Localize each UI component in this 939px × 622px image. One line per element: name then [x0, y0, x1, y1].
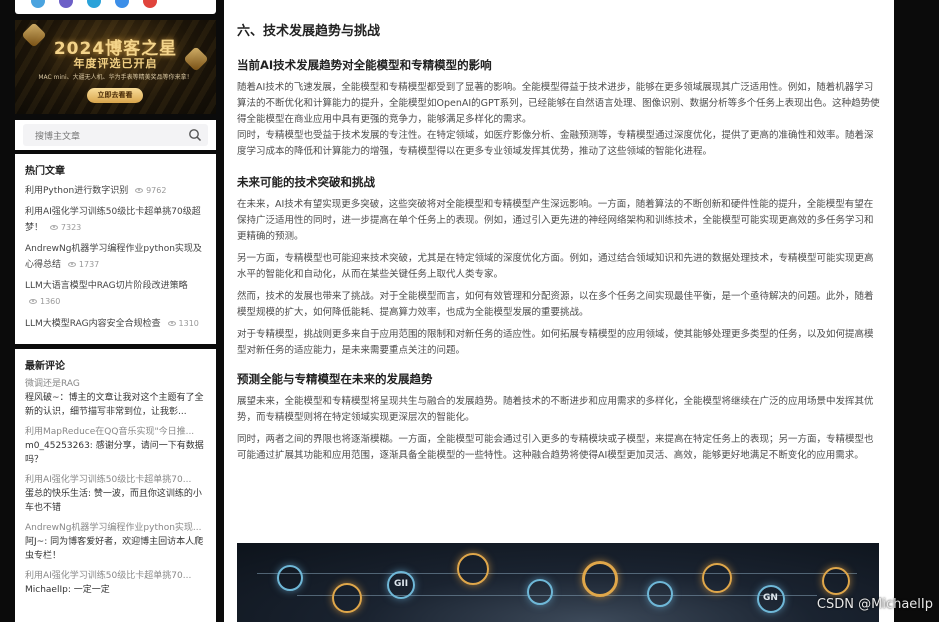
- hot-article-item[interactable]: AndrewNg机器学习编程作业python实现及心得总结 1737: [25, 242, 206, 273]
- comment-body: 程风破~：博主的文章让我对这个主题有了全新的认识，细节描写非常到位，让我彰...: [25, 393, 204, 417]
- comment-body: 阿J~: 同为博客爱好者，欢迎博主回访本人爬虫专栏！: [25, 537, 204, 561]
- csdn-watermark: CSDN @MichaelIp: [816, 597, 933, 612]
- subsection-heading: 当前AI技术发展趋势对全能模型和专精模型的影响: [237, 58, 492, 72]
- search-icon[interactable]: [188, 128, 202, 142]
- article-paragraph: 在未来，AI技术有望实现更多突破，这些突破将对全能模型和专精模型产生深远影响。一…: [237, 199, 874, 242]
- comment-item: 利用AI强化学习训练50级比卡超单挑70... 蛋总的快乐生活: 赞一波，而且你…: [25, 474, 206, 515]
- article-paragraph: 然而，技术的发展也带来了挑战。对于全能模型而言，如何有效管理和分配资源，以在多个…: [237, 291, 874, 318]
- view-count: 9762: [135, 186, 166, 195]
- comment-item: AndrewNg机器学习编程作业python实现... 阿J~: 同为博客爱好者…: [25, 522, 206, 563]
- comment-body: m0_45253263: 感谢分享，请问一下有数据吗？: [25, 441, 204, 465]
- node-label: GII: [394, 579, 409, 589]
- circuit-line: [297, 595, 817, 596]
- article-paragraph: 展望未来，全能模型和专精模型将呈现共生与融合的发展趋势。随着技术的不断进步和应用…: [237, 396, 874, 423]
- comment-article-link[interactable]: 利用AI强化学习训练50级比卡超单挑70...: [25, 474, 206, 487]
- view-count-value: 1737: [78, 260, 100, 269]
- ai-node: [527, 579, 553, 605]
- ai-node: [277, 565, 303, 591]
- view-count-value: 9762: [146, 186, 167, 195]
- share-icon-1[interactable]: [31, 0, 45, 8]
- hot-article-item[interactable]: 利用Python进行数字识别 9762: [25, 183, 206, 199]
- node-label: GN: [763, 593, 778, 603]
- latest-comments-title: 最新评论: [25, 361, 65, 372]
- comment-article-link[interactable]: AndrewNg机器学习编程作业python实现...: [25, 522, 206, 535]
- banner-subtitle: 年度评选已开启: [73, 57, 158, 70]
- eye-icon: [29, 299, 37, 304]
- comment-item: 微调还是RAG 程风破~：博主的文章让我对这个主题有了全新的认识，细节描写非常到…: [25, 378, 206, 419]
- banner-small-text: MAC mini、大疆无人机、华为手表等精美奖品等你来拿！: [38, 74, 193, 81]
- share-icon-4[interactable]: [115, 0, 129, 8]
- comment-body: MichaelIp: 一定一定: [25, 585, 110, 595]
- ai-node: [582, 561, 618, 597]
- view-count: 1310: [167, 319, 199, 328]
- left-sidebar: 2024博客之星 年度评选已开启 MAC mini、大疆无人机、华为手表等精美奖…: [15, 0, 216, 622]
- view-count-value: 1310: [178, 319, 199, 328]
- article-main: 六、技术发展趋势与挑战 当前AI技术发展趋势对全能模型和专精模型的影响 随着AI…: [224, 0, 894, 622]
- search-card: [15, 120, 216, 150]
- banner-cta-button[interactable]: 立即去看看: [87, 88, 143, 103]
- ai-node: [332, 583, 362, 613]
- ai-node: [647, 581, 673, 607]
- share-icon-5[interactable]: [143, 0, 157, 8]
- comment-body: 蛋总的快乐生活: 赞一波，而且你这训练的小车也不错: [25, 489, 202, 513]
- article-paragraph: 对于专精模型，挑战则更多来自于应用范围的限制和对新任务的适应性。如何拓展专精模型…: [237, 329, 874, 356]
- share-icons: [31, 0, 157, 8]
- share-icon-3[interactable]: [87, 0, 101, 8]
- eye-icon: [167, 321, 176, 326]
- share-card-stub: [15, 0, 216, 14]
- comment-item: 利用AI强化学习训练50级比卡超单挑70... MichaelIp: 一定一定: [25, 570, 206, 597]
- circuit-line: [257, 573, 857, 574]
- view-count: 1360: [29, 297, 60, 306]
- subsection-heading: 预测全能与专精模型在未来的发展趋势: [237, 372, 433, 386]
- paragraph-line: 随着AI技术的飞速发展，全能模型和专精模型都受到了显著的影响。全能模型得益于技术…: [237, 82, 880, 125]
- view-count: 1737: [67, 260, 100, 269]
- paragraph-line: 同时，专精模型也受益于技术发展的专注性。在特定领域，如医疗影像分析、金融预测等，…: [237, 130, 874, 157]
- hot-articles-title: 热门文章: [25, 166, 65, 177]
- comment-article-link[interactable]: 利用MapReduce在QQ音乐实现"今日推...: [25, 426, 206, 439]
- hot-article-label[interactable]: 利用Python进行数字识别: [25, 186, 128, 196]
- ai-node: [822, 567, 850, 595]
- hot-article-item[interactable]: LLM大模型RAG内容安全合规检查 1310: [25, 316, 206, 332]
- view-count-value: 7323: [60, 223, 82, 232]
- hot-article-label[interactable]: LLM大语言模型中RAG切片阶段改进策略: [25, 281, 188, 291]
- hot-article-label[interactable]: LLM大模型RAG内容安全合规检查: [25, 319, 161, 329]
- comment-article-link[interactable]: 微调还是RAG: [25, 378, 206, 391]
- article-illustration: GII GN: [237, 543, 879, 622]
- eye-icon: [67, 262, 76, 267]
- article-paragraph: 另一方面，专精模型也可能迎来技术突破，尤其是在特定领域的深度优化方面。例如，通过…: [237, 253, 874, 280]
- section-title: 六、技术发展趋势与挑战: [237, 24, 381, 39]
- hot-articles-card: 热门文章 利用Python进行数字识别 9762 利用AI强化学习训练50级比卡…: [15, 154, 216, 344]
- comment-article-link[interactable]: 利用AI强化学习训练50级比卡超单挑70...: [25, 570, 206, 583]
- eye-icon: [49, 225, 58, 230]
- blog-star-banner[interactable]: 2024博客之星 年度评选已开启 MAC mini、大疆无人机、华为手表等精美奖…: [15, 20, 216, 114]
- search-box: [23, 124, 208, 148]
- ai-node: [457, 553, 489, 585]
- hot-article-item[interactable]: LLM大语言模型中RAG切片阶段改进策略 1360: [25, 279, 206, 310]
- search-input[interactable]: [23, 126, 173, 148]
- view-count-value: 1360: [40, 297, 61, 306]
- hot-article-item[interactable]: 利用AI强化学习训练50级比卡超单挑70级超梦！ 7323: [25, 205, 206, 236]
- article-paragraph: 随着AI技术的飞速发展，全能模型和专精模型都受到了显著的影响。全能模型得益于技术…: [237, 80, 880, 160]
- view-count: 7323: [49, 223, 82, 232]
- eye-icon: [135, 188, 144, 193]
- article-paragraph: 同时，两者之间的界限也将逐渐模糊。一方面，全能模型可能会通过引入更多的专精模块或…: [237, 434, 874, 461]
- share-icon-2[interactable]: [59, 0, 73, 8]
- latest-comments-card: 最新评论 微调还是RAG 程风破~：博主的文章让我对这个主题有了全新的认识，细节…: [15, 349, 216, 622]
- comment-item: 利用MapReduce在QQ音乐实现"今日推... m0_45253263: 感…: [25, 426, 206, 467]
- hot-article-label[interactable]: AndrewNg机器学习编程作业python实现及心得总结: [25, 244, 202, 270]
- subsection-heading: 未来可能的技术突破和挑战: [237, 175, 375, 189]
- ai-node: [702, 563, 732, 593]
